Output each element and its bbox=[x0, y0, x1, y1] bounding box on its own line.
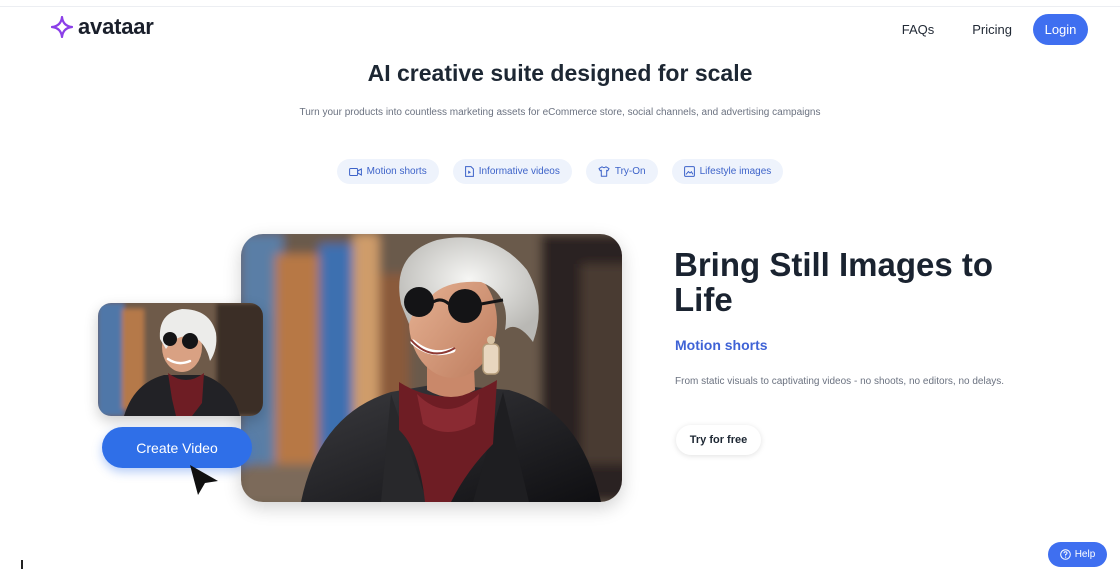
help-button[interactable]: Help bbox=[1048, 542, 1107, 567]
thumbnail-photo bbox=[98, 303, 263, 416]
tab-try-on[interactable]: Try-On bbox=[585, 159, 658, 184]
document-icon bbox=[464, 166, 474, 177]
logo-icon bbox=[51, 16, 73, 38]
cursor-icon bbox=[190, 465, 218, 495]
help-label: Help bbox=[1074, 549, 1096, 560]
page-title: AI creative suite designed for scale bbox=[367, 60, 753, 86]
feature-description: From static visuals to captivating video… bbox=[675, 376, 1005, 387]
try-for-free-button[interactable]: Try for free bbox=[676, 425, 761, 455]
page-subtitle: Turn your products into countless market… bbox=[299, 107, 821, 118]
feature-tabs: Motion shorts Informative videos Try-On … bbox=[0, 159, 1120, 184]
hero-photo bbox=[241, 234, 622, 502]
image-icon bbox=[683, 166, 695, 177]
top-rule bbox=[0, 6, 1120, 7]
help-icon bbox=[1059, 549, 1071, 560]
tab-informative-videos[interactable]: Informative videos bbox=[452, 159, 572, 184]
tab-lifestyle-images[interactable]: Lifestyle images bbox=[671, 159, 784, 184]
tab-label: Motion shorts bbox=[366, 166, 427, 177]
feature-title: Bring Still Images to Life bbox=[674, 246, 994, 318]
nav-pricing[interactable]: Pricing bbox=[972, 22, 1012, 37]
tab-motion-shorts[interactable]: Motion shorts bbox=[336, 159, 439, 184]
feature-label: Motion shorts bbox=[675, 337, 768, 353]
tab-label: Lifestyle images bbox=[699, 166, 772, 177]
tab-label: Try-On bbox=[614, 166, 646, 177]
logo[interactable]: avataar bbox=[51, 14, 154, 40]
shirt-icon bbox=[598, 166, 610, 177]
top-nav: FAQs Pricing Login bbox=[902, 14, 1088, 45]
corner-mark bbox=[21, 560, 23, 569]
nav-faqs[interactable]: FAQs bbox=[902, 22, 935, 37]
video-icon bbox=[348, 167, 362, 176]
login-button[interactable]: Login bbox=[1033, 14, 1088, 45]
create-video-button[interactable]: Create Video bbox=[102, 427, 252, 468]
logo-text: avataar bbox=[78, 14, 154, 39]
tab-label: Informative videos bbox=[478, 166, 560, 177]
